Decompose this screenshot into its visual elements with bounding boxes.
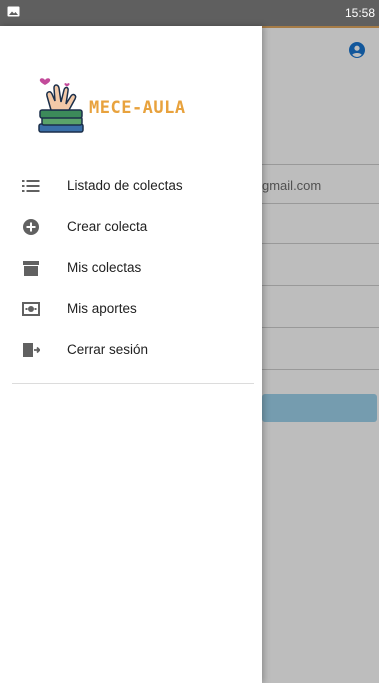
- archive-box-icon: [23, 261, 39, 276]
- status-bar: 15:58: [0, 0, 379, 26]
- status-clock: 15:58: [344, 6, 375, 20]
- drawer-divider: [12, 383, 254, 384]
- list-icon: [22, 180, 40, 192]
- drawer-menu: Listado de colectas Crear colecta Mis co…: [0, 166, 262, 371]
- menu-item-listado-de-colectas[interactable]: Listado de colectas: [0, 166, 262, 207]
- image-icon: [7, 6, 20, 17]
- menu-item-label: Mis colectas: [67, 260, 142, 275]
- logout-icon: [23, 343, 40, 357]
- menu-item-label: Listado de colectas: [67, 178, 183, 193]
- navigation-drawer: MECE-AULA Listado de colectas Crear cole…: [0, 26, 262, 683]
- menu-item-mis-colectas[interactable]: Mis colectas: [0, 248, 262, 289]
- app-logo: MECE-AULA: [33, 74, 218, 140]
- hands-books-icon: [38, 78, 84, 133]
- menu-item-label: Mis aportes: [67, 301, 137, 316]
- menu-item-label: Crear colecta: [67, 219, 148, 234]
- menu-item-label: Cerrar sesión: [67, 342, 149, 357]
- menu-item-mis-aportes[interactable]: Mis aportes: [0, 289, 262, 330]
- add-circle-icon: [23, 219, 39, 235]
- money-icon: [22, 302, 40, 316]
- menu-item-crear-colecta[interactable]: Crear colecta: [0, 207, 262, 248]
- menu-item-cerrar-sesion[interactable]: Cerrar sesión: [0, 330, 262, 371]
- logo-text: MECE-AULA: [89, 98, 186, 118]
